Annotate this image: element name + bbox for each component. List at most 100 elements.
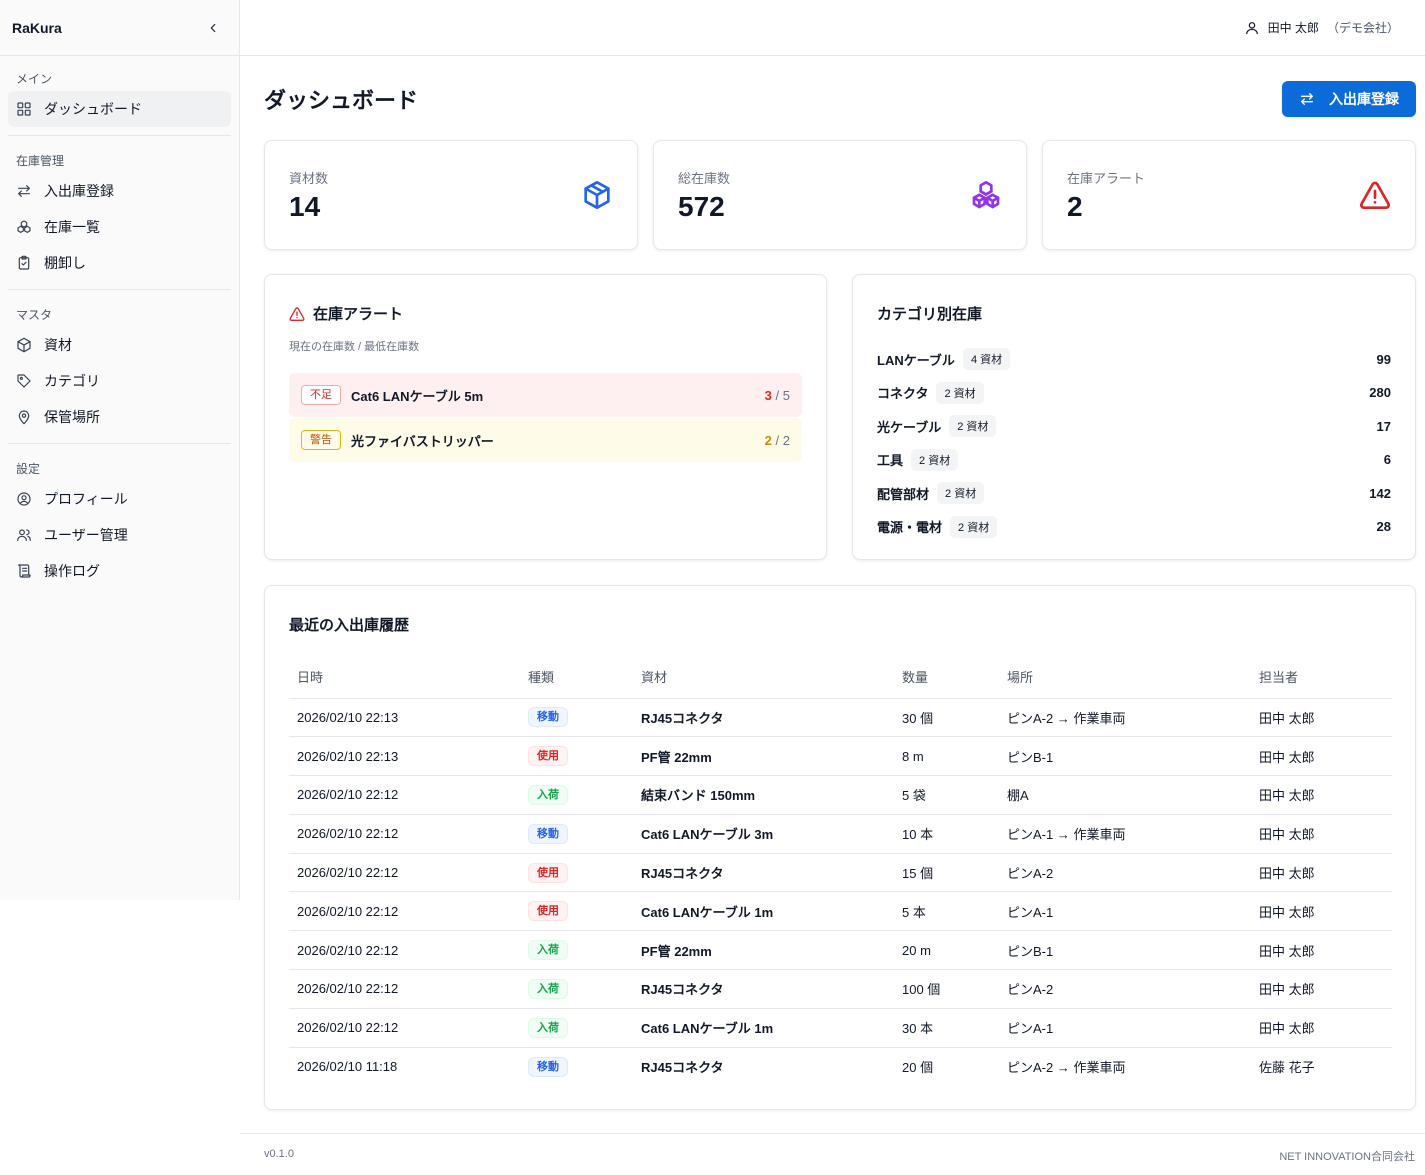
cell-location: ピンA-1 bbox=[999, 891, 1251, 932]
alert-item[interactable]: 不足 Cat6 LANケーブル 5m 3 / 5 bbox=[289, 373, 802, 417]
category-count-badge: 2 資材 bbox=[950, 515, 998, 538]
sidebar-item-label: 操作ログ bbox=[44, 563, 100, 579]
tag-icon bbox=[16, 373, 32, 389]
sidebar-item-profile[interactable]: プロフィール bbox=[8, 481, 231, 517]
sidebar-item-stocktake[interactable]: 棚卸し bbox=[8, 245, 231, 281]
cell-material: Cat6 LANケーブル 1m bbox=[633, 1008, 894, 1048]
cell-location: ピンA-2 bbox=[999, 853, 1251, 893]
alert-item-name: 光ファイバストリッパー bbox=[351, 433, 494, 449]
cell-material: 結束バンド 150mm bbox=[633, 775, 894, 815]
sidebar-item-categories[interactable]: カテゴリ bbox=[8, 363, 231, 399]
sidebar-item-stock-entry[interactable]: 入出庫登録 bbox=[8, 173, 231, 209]
alert-triangle-icon bbox=[1359, 179, 1391, 211]
sidebar-item-stock-list[interactable]: 在庫一覧 bbox=[8, 209, 231, 245]
alert-triangle-icon bbox=[289, 306, 305, 321]
type-badge: 入荷 bbox=[528, 940, 568, 961]
sidebar-group-settings: 設定 プロフィール ユーザー管理 操作ログ bbox=[0, 446, 239, 595]
status-badge: 警告 bbox=[301, 430, 341, 450]
sidebar-group-label: メイン bbox=[16, 72, 53, 86]
cell-datetime: 2026/02/10 11:18 bbox=[297, 1059, 398, 1075]
category-total: 6 bbox=[1383, 452, 1391, 467]
cell-material: Cat6 LANケーブル 3m bbox=[633, 814, 894, 854]
sidebar-item-locations[interactable]: 保管場所 bbox=[8, 399, 231, 435]
stat-card-alerts: 在庫アラート 2 bbox=[1042, 140, 1416, 250]
cell-location: ピンB-1 bbox=[999, 930, 1251, 971]
cell-staff: 田中 太郎 bbox=[1251, 736, 1392, 777]
sidebar-header: RaKura bbox=[0, 0, 239, 56]
cell-datetime: 2026/02/10 22:13 bbox=[289, 736, 520, 777]
user-menu[interactable]: 田中 太郎 （デモ会社） bbox=[1244, 19, 1399, 36]
cell-location: ピンB-1 bbox=[999, 736, 1251, 777]
cell-staff: 田中 太郎 bbox=[1251, 775, 1392, 815]
category-name: コネクタ bbox=[877, 386, 929, 401]
sidebar-group-inventory: 在庫管理 入出庫登録 在庫一覧 棚卸し bbox=[0, 138, 239, 287]
divider bbox=[8, 135, 231, 136]
app-version: v0.1.0 bbox=[264, 1148, 294, 1160]
cell-location: ピンA-2 bbox=[999, 969, 1251, 1009]
cell-location: ピンA-1 → 作業車両 bbox=[999, 814, 1251, 854]
table-row[interactable]: 2026/02/10 22:12 入荷 PF管 22mm 20 m ピンB-1 田中 太郎 bbox=[289, 930, 1392, 971]
sidebar-item-materials[interactable]: 資材 bbox=[8, 327, 231, 363]
cell-staff: 田中 太郎 bbox=[1251, 1008, 1392, 1048]
dashboard-icon bbox=[16, 101, 32, 117]
cell-quantity: 10 本 bbox=[894, 814, 999, 854]
cell-quantity: 5 本 bbox=[894, 891, 999, 932]
sidebar-group-label: 在庫管理 bbox=[16, 154, 65, 168]
cell-datetime: 2026/02/10 22:13 bbox=[289, 698, 520, 738]
cell-datetime: 2026/02/10 22:12 bbox=[289, 930, 520, 971]
cell-type: 使用 bbox=[520, 891, 633, 932]
table-row[interactable]: 2026/02/10 22:12 使用 RJ45コネクタ 15 個ピンA-2 田中 太郎 bbox=[289, 853, 1392, 893]
cell-type: 移動 bbox=[520, 814, 633, 854]
table-row[interactable]: 2026/02/10 22:12 入荷 Cat6 LANケーブル 1m 30 本ピンA… bbox=[289, 1008, 1392, 1048]
alerts-subtitle: 現在の在庫数 / 最低在庫数 bbox=[289, 341, 420, 353]
cell-quantity: 30 個 bbox=[894, 698, 999, 738]
cell-material: PF管 22mm bbox=[633, 736, 894, 777]
cell-type: 入荷 bbox=[520, 930, 633, 971]
table-row[interactable]: 2026/02/10 22:12 使用 Cat6 LANケーブル 1m 5 本ピンA-… bbox=[289, 891, 1392, 932]
cell-staff: 田中 太郎 bbox=[1251, 853, 1392, 893]
cell-quantity: 20 m bbox=[894, 930, 999, 971]
table-row[interactable]: 2026/02/10 22:12 移動 Cat6 LANケーブル 3m 10 本ピンA… bbox=[289, 814, 1392, 854]
column-header-material: 資材 bbox=[633, 656, 894, 699]
sidebar-item-dashboard[interactable]: ダッシュボード bbox=[8, 91, 231, 127]
cell-quantity: 15 個 bbox=[894, 853, 999, 893]
stock-entry-button[interactable]: 入出庫登録 bbox=[1282, 81, 1416, 117]
package-icon bbox=[16, 337, 32, 353]
sidebar-item-users[interactable]: ユーザー管理 bbox=[8, 517, 231, 553]
alert-item[interactable]: 警告 光ファイバストリッパー 2 / 2 bbox=[289, 418, 802, 462]
category-row: 光ケーブル 2 資材 17 bbox=[877, 414, 1391, 438]
cell-location: ピンA-2 → 作業車両 bbox=[1007, 1060, 1126, 1076]
category-row: LANケーブル 4 資材 99 bbox=[877, 347, 1391, 371]
table-row[interactable]: 2026/02/10 11:18 移動 RJ45コネクタ 20 個 ピンA-2 → 作業… bbox=[289, 1047, 1392, 1086]
sidebar-item-logs[interactable]: 操作ログ bbox=[8, 553, 231, 589]
sidebar-item-label: 資材 bbox=[44, 337, 72, 353]
clipboard-check-icon bbox=[16, 255, 32, 271]
table-row[interactable]: 2026/02/10 22:13 使用 PF管 22mm 8 m ピンB-1 田中 太郎 bbox=[289, 736, 1392, 777]
alerts-title-text: 在庫アラート bbox=[313, 306, 404, 323]
cell-quantity: 5 袋 bbox=[894, 775, 999, 815]
user-org: （デモ会社） bbox=[1326, 21, 1399, 35]
chevron-left-icon[interactable] bbox=[203, 18, 223, 38]
sidebar: RaKura メイン ダッシュボード 在庫管理 入出庫登録 在庫一覧 棚卸し マ… bbox=[0, 0, 240, 900]
alerts-card-title: 在庫アラート bbox=[289, 303, 419, 324]
cell-datetime: 2026/02/10 22:12 bbox=[289, 969, 520, 1009]
sidebar-item-label: 棚卸し bbox=[44, 255, 86, 271]
table-row[interactable]: 2026/02/10 22:12 入荷 結束バンド 150mm 5 袋棚A 田中 太郎 bbox=[289, 775, 1392, 815]
min-stock: / 2 bbox=[775, 432, 790, 448]
table-row[interactable]: 2026/02/10 22:13 移動 RJ45コネクタ 30 個ピンA-2 → 作業… bbox=[289, 698, 1392, 738]
category-row: 配管部材 2 資材 142 bbox=[877, 481, 1391, 505]
cell-type: 入荷 bbox=[520, 1008, 633, 1048]
alert-item-count: 2 / 2 bbox=[765, 433, 790, 448]
cell-material: PF管 22mm bbox=[633, 930, 894, 971]
table-row[interactable]: 2026/02/10 22:12 入荷 RJ45コネクタ 100 個ピンA-2 田中 太… bbox=[289, 969, 1392, 1009]
category-total: 28 bbox=[1376, 519, 1391, 534]
type-badge: 移動 bbox=[528, 823, 568, 844]
stat-label: 総在庫数 bbox=[678, 171, 731, 186]
alerts-card: 在庫アラート 現在の在庫数 / 最低在庫数 不足 Cat6 LANケーブル 5m… bbox=[264, 274, 827, 560]
stock-entry-button-label: 入出庫登録 bbox=[1329, 91, 1399, 107]
column-header-quantity: 数量 bbox=[894, 656, 999, 699]
sidebar-item-label: ユーザー管理 bbox=[44, 527, 128, 543]
footer: v0.1.0 NET INNOVATION合同会社 bbox=[240, 1133, 1425, 1175]
category-name: 光ケーブル bbox=[877, 419, 942, 435]
scroll-icon bbox=[16, 563, 32, 579]
